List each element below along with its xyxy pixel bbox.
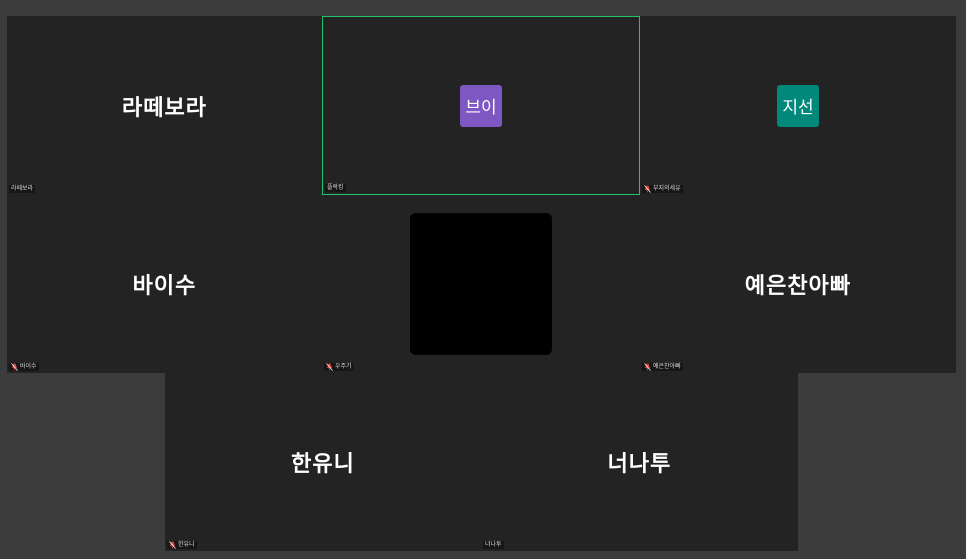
participant-tile-4[interactable]: 바이수 바이수 (7, 195, 322, 373)
participant-avatar: 지선 (777, 84, 819, 127)
mic-muted-icon (11, 363, 18, 371)
mic-muted-icon (644, 363, 651, 371)
participant-name-label: 예은찬아빠 (653, 363, 681, 370)
video-gallery: 라떼보라 라떼보라 브이 플락킹 지선 부지의세유 바이수 바이수 우주기 예은… (0, 0, 966, 559)
participant-name-tag: 예은찬아빠 (642, 363, 683, 371)
participant-name-label: 바이수 (20, 363, 37, 370)
participant-tile-6[interactable]: 예은찬아빠 예은찬아빠 (640, 195, 956, 373)
participant-tile-7[interactable]: 한유니 한유니 (165, 373, 481, 551)
participant-name-label: 한유니 (178, 541, 195, 548)
participant-name-tag: 라떼보라 (9, 185, 36, 193)
participant-display-name: 한유니 (291, 452, 355, 477)
participant-tile-2-active-speaker[interactable]: 브이 플락킹 (322, 16, 640, 195)
participant-display-name: 예은찬아빠 (744, 274, 852, 299)
participant-name-tag: 부지의세유 (642, 185, 683, 193)
participant-tile-5-video[interactable]: 우주기 (322, 195, 640, 373)
participant-name-tag: 한유니 (167, 541, 197, 549)
participant-name-label: 우주기 (335, 363, 352, 370)
participant-name-tag: 바이수 (9, 363, 39, 371)
participant-tile-8[interactable]: 너나투 너나투 (481, 373, 798, 551)
mic-muted-icon (644, 185, 651, 193)
participant-name-label: 너나투 (485, 541, 502, 548)
participant-display-name: 바이수 (132, 274, 197, 299)
mic-muted-icon (326, 363, 333, 371)
participant-tile-3[interactable]: 지선 부지의세유 (640, 16, 956, 195)
participant-display-name: 라떼보라 (122, 95, 207, 121)
participant-avatar: 브이 (460, 84, 502, 127)
participant-name-tag: 우주기 (324, 363, 354, 371)
participant-name-label: 플락킹 (327, 184, 344, 191)
participant-tile-1[interactable]: 라떼보라 라떼보라 (7, 16, 322, 195)
participant-name-label: 라떼보라 (11, 185, 34, 192)
participant-name-label: 부지의세유 (653, 185, 681, 192)
participant-name-tag: 너나투 (483, 541, 504, 549)
participant-video-feed (410, 213, 552, 355)
mic-muted-icon (169, 541, 176, 549)
participant-display-name: 너나투 (607, 452, 672, 477)
participant-name-tag: 플락킹 (325, 184, 346, 192)
